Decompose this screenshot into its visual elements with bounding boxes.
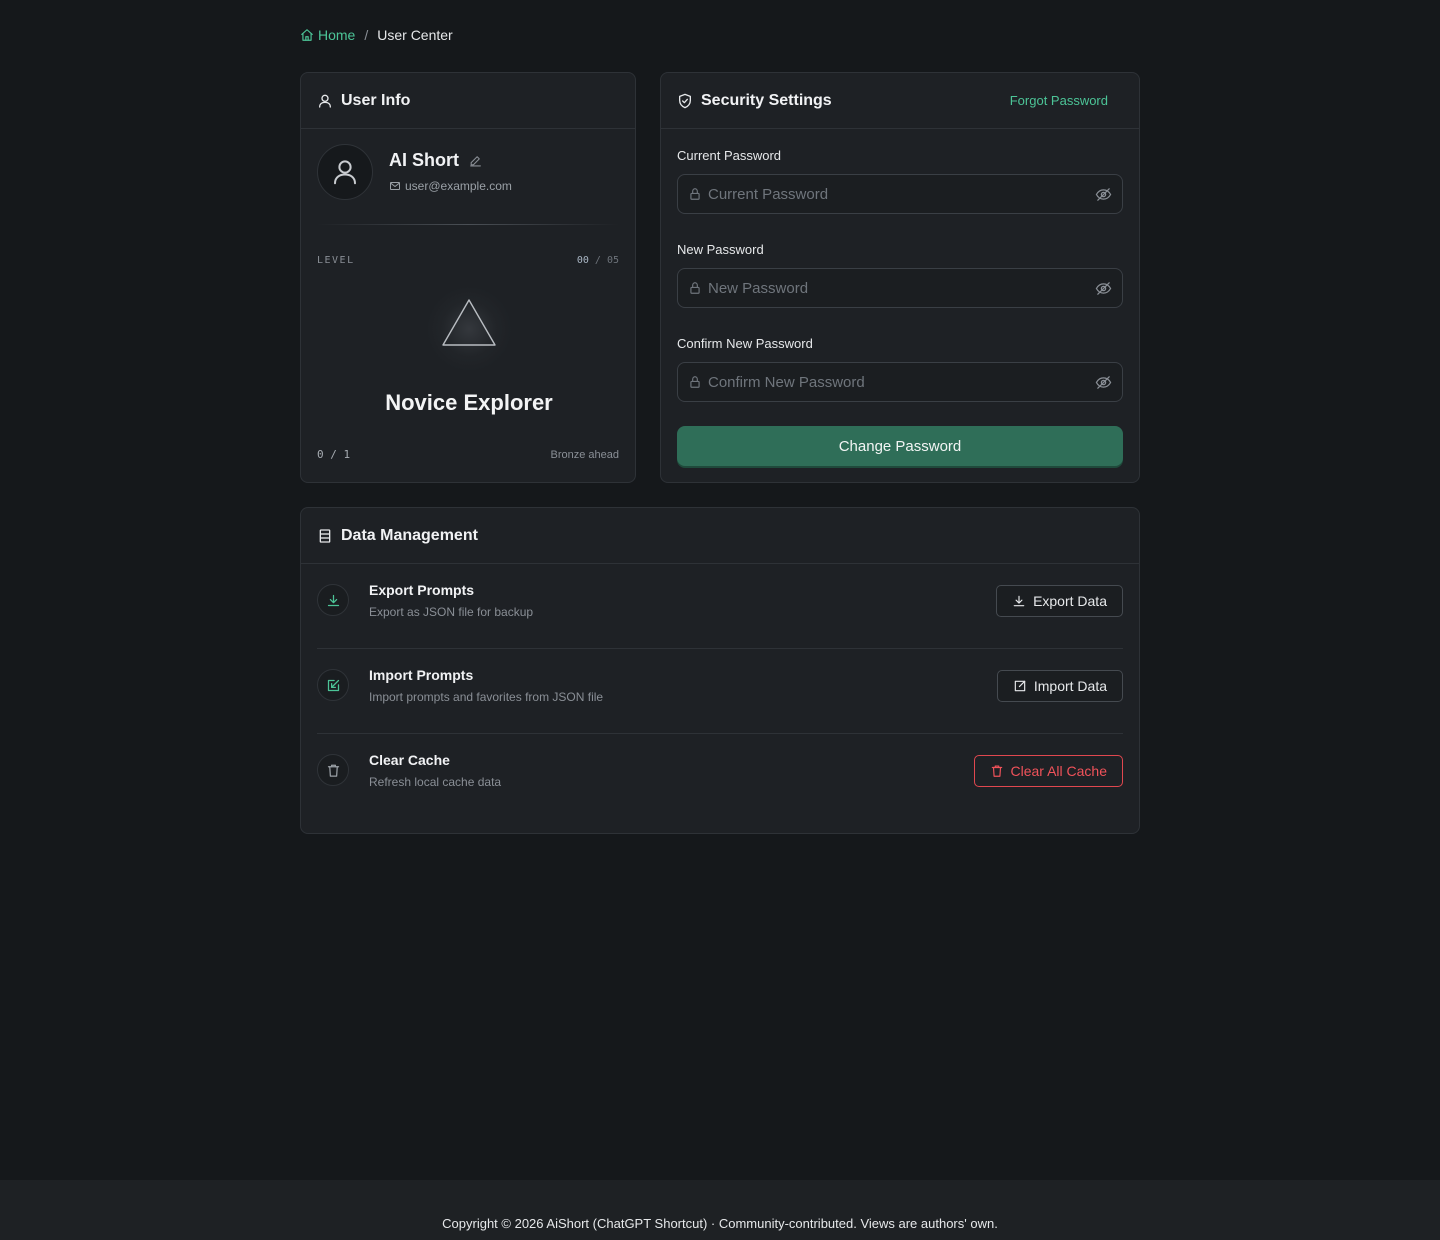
breadcrumb-home-label: Home — [318, 27, 356, 43]
export-prompts-description: Export as JSON file for backup — [369, 605, 534, 619]
next-tier-label: Bronze ahead — [550, 449, 620, 461]
export-row-icon — [317, 584, 349, 616]
current-password-field — [677, 174, 1123, 214]
import-row-icon — [317, 669, 349, 701]
new-password-input[interactable] — [708, 279, 1087, 297]
level-current: 00 — [576, 255, 589, 266]
breadcrumb-home-link[interactable]: Home — [300, 27, 355, 43]
security-title: Security Settings — [701, 91, 832, 109]
import-icon — [327, 679, 339, 691]
export-prompts-title: Export Prompts — [369, 582, 475, 598]
import-icon — [1014, 680, 1026, 692]
home-icon — [301, 29, 313, 41]
rank-title: Novice Explorer — [385, 390, 553, 415]
user-info-card: User Info AI Short user@example.com LEVE… — [300, 72, 636, 483]
clear-cache-description: Refresh local cache data — [369, 775, 502, 789]
avatar-user-icon — [334, 160, 356, 185]
lock-icon — [690, 282, 700, 294]
database-icon — [319, 528, 331, 543]
avatar[interactable] — [317, 144, 373, 200]
current-password-input[interactable] — [708, 185, 1087, 203]
user-info-header: User Info — [301, 73, 635, 129]
security-header: Security Settings Forgot Password — [661, 73, 1139, 129]
clear-all-cache-button[interactable]: Clear All Cache — [973, 755, 1123, 787]
import-prompts-row: Import Prompts Import prompts and favori… — [317, 649, 1123, 734]
clear-cache-title: Clear Cache — [369, 752, 450, 768]
trash-icon — [327, 764, 339, 777]
eye-off-icon — [1095, 375, 1112, 389]
eye-off-icon — [1095, 281, 1112, 295]
toggle-new-password-visibility[interactable] — [1095, 280, 1112, 297]
current-password-label: Current Password — [677, 148, 782, 163]
footer-copyright: Copyright © 2026 AiShort (ChatGPT Shortc… — [442, 1215, 998, 1231]
user-info-title: User Info — [341, 91, 411, 109]
forgot-password-link[interactable]: Forgot Password — [1010, 93, 1108, 108]
export-prompts-row: Export Prompts Export as JSON file for b… — [317, 564, 1123, 649]
security-settings-card: Security Settings Forgot Password Curren… — [660, 72, 1140, 483]
change-password-button[interactable]: Change Password — [677, 426, 1123, 466]
email-row: user@example.com — [389, 179, 512, 193]
lock-icon — [690, 188, 700, 200]
clear-cache-row: Clear Cache Refresh local cache data Cle… — [317, 734, 1123, 819]
confirm-password-input[interactable] — [708, 373, 1087, 391]
confirm-password-label: Confirm New Password — [677, 336, 813, 351]
data-management-card: Data Management Export Prompts Export as… — [300, 507, 1140, 834]
triangle-rank-icon — [442, 299, 496, 346]
level-count: 00 / 05 — [577, 255, 619, 266]
confirm-password-field — [677, 362, 1123, 402]
download-icon — [327, 594, 339, 606]
edit-name-button[interactable] — [469, 154, 482, 167]
trash-icon — [991, 765, 1002, 777]
import-data-label: Import Data — [1033, 678, 1107, 694]
eye-off-icon — [1095, 187, 1112, 201]
import-data-button[interactable]: Import Data — [996, 670, 1123, 702]
clear-cache-row-icon — [317, 754, 349, 786]
rank-progress: 0 / 1 — [317, 448, 351, 461]
data-management-header: Data Management — [301, 508, 1139, 564]
profile-summary: AI Short user@example.com — [317, 144, 619, 200]
download-icon — [1013, 595, 1025, 607]
mail-icon — [390, 182, 400, 190]
username: AI Short — [389, 150, 459, 170]
breadcrumb: Home / User Center — [300, 26, 453, 44]
user-icon — [319, 94, 331, 108]
import-prompts-title: Import Prompts — [369, 667, 474, 683]
pencil-icon — [470, 156, 481, 167]
new-password-label: New Password — [677, 242, 764, 257]
clear-all-cache-label: Clear All Cache — [1010, 763, 1108, 779]
new-password-field — [677, 268, 1123, 308]
shield-check-icon — [679, 93, 691, 108]
lock-icon — [690, 376, 700, 388]
level-separator: / — [588, 255, 607, 266]
breadcrumb-current: User Center — [377, 27, 453, 43]
export-data-button[interactable]: Export Data — [996, 585, 1123, 617]
export-data-label: Export Data — [1033, 593, 1107, 609]
data-management-title: Data Management — [341, 526, 478, 544]
profile-divider — [317, 224, 619, 225]
level-label: LEVEL — [317, 255, 355, 266]
footer: Copyright © 2026 AiShort (ChatGPT Shortc… — [0, 1180, 1440, 1240]
breadcrumb-separator: / — [364, 27, 369, 43]
username-row: AI Short — [389, 150, 482, 171]
user-email: user@example.com — [405, 179, 512, 193]
toggle-confirm-password-visibility[interactable] — [1095, 374, 1112, 391]
toggle-current-password-visibility[interactable] — [1095, 186, 1112, 203]
import-prompts-description: Import prompts and favorites from JSON f… — [369, 690, 604, 704]
level-max: 05 — [606, 255, 619, 266]
